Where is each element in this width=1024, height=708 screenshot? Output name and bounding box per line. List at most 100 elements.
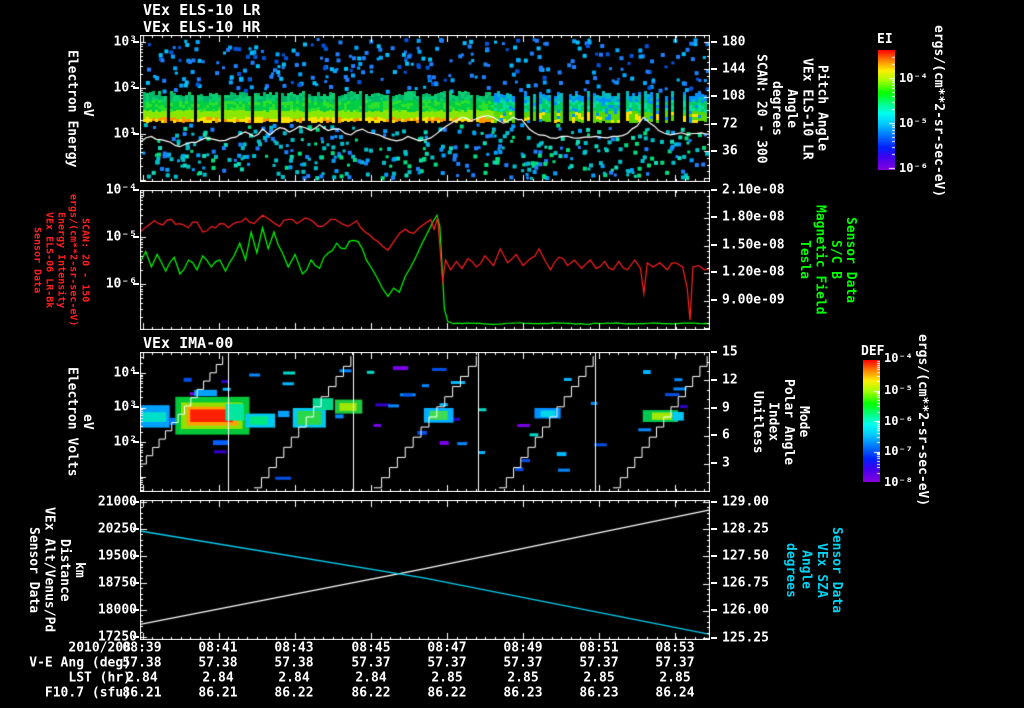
footer-value: 57.38 xyxy=(198,655,238,671)
panel2-right-axis-label-line: Sensor Data xyxy=(843,216,859,304)
panel1-right-axis-label: SCAN: 20 - 300 degrees Angle VEx ELS-10 LR P… xyxy=(748,35,834,182)
y-tick-label: 108 xyxy=(722,88,746,104)
footer-row-label: V-E Ang (deg) xyxy=(29,655,131,671)
panel4-left-axis-label-line: km xyxy=(72,562,88,578)
panel1-right-axis-label-line: SCAN: 20 - 300 xyxy=(753,53,769,164)
y-tick-label: 126.75 xyxy=(722,575,769,591)
footer-value: 86.22 xyxy=(274,685,314,701)
axis-tick-dash xyxy=(711,501,717,503)
footer-value: 86.23 xyxy=(579,685,619,701)
panel1-title-line2: VEx ELS-10 HR xyxy=(143,18,261,36)
colorbar-ei-unit-text: ergs/(cm**2-sr-sec-eV) xyxy=(931,24,947,198)
panel1-right-axis-label-line: Angle xyxy=(784,88,800,129)
time-tick-label: 08:43 xyxy=(274,640,314,656)
footer-value: 57.38 xyxy=(122,655,162,671)
footer-value: 2.85 xyxy=(659,670,691,686)
time-tick-label: 08:51 xyxy=(579,640,619,656)
footer-value: 2.84 xyxy=(355,670,387,686)
panel3-left-axis-label-line: Electron Volts xyxy=(64,367,80,477)
panel2-left-axis-label-line: VEx ELS-06 LR-Bk xyxy=(43,211,55,309)
y-tick-label: 129.00 xyxy=(722,494,769,510)
axis-tick-dash xyxy=(133,406,139,408)
y-tick-label: 15 xyxy=(722,344,738,360)
axis-tick-dash xyxy=(133,189,139,191)
y-tick-label: 127.50 xyxy=(722,548,769,564)
footer-value: 86.22 xyxy=(351,685,391,701)
axis-tick-dash xyxy=(133,609,139,611)
colorbar-tick-label: 10⁻⁶ xyxy=(884,414,913,428)
panel3-right-axis-label-line: Index xyxy=(765,402,781,442)
panel1-left-axis-label-line: eV xyxy=(79,100,95,117)
panel1-right-axis-label-line: VEx ELS-10 LR xyxy=(799,57,815,160)
intensity-bfield-canvas xyxy=(140,190,710,330)
y-tick-label: 180 xyxy=(722,34,746,50)
panel2-right-axis-label: Tesla Magnetic Field S/C B Sensor Data xyxy=(794,190,860,330)
panel4-left-axis-label: Sensor Data VEx Alt/Venus/Pd Distance km xyxy=(20,500,92,640)
y-tick-label: 12 xyxy=(722,372,738,388)
footer-value: 86.23 xyxy=(503,685,543,701)
y-tick-label: 9 xyxy=(722,400,730,416)
panel1-left-axis-label: Electron Energy eV xyxy=(54,35,104,182)
footer-value: 57.37 xyxy=(655,655,695,671)
def-colorbar xyxy=(863,360,880,482)
colorbar-def-unit-text: ergs/(cm**2-sr-sec-eV) xyxy=(915,333,931,507)
y-tick-label: 21000 xyxy=(97,494,137,510)
footer-value: 86.21 xyxy=(198,685,238,701)
axis-tick-dash xyxy=(711,216,717,218)
axis-tick-dash xyxy=(711,609,717,611)
panel4-left-axis-label-line: VEx Alt/Venus/Pd xyxy=(41,507,57,633)
axis-tick-dash xyxy=(133,441,139,443)
panel2-left-axis-label-line: Sensor Data xyxy=(31,226,43,294)
time-tick-label: 08:39 xyxy=(122,640,162,656)
axis-tick-dash xyxy=(711,41,717,43)
colorbar-tick-label: 10⁻⁸ xyxy=(884,475,913,489)
panel1-right-axis-label-line: degrees xyxy=(768,81,784,136)
time-tick-label: 08:41 xyxy=(198,640,238,656)
y-tick-label: 144 xyxy=(722,61,746,77)
panel2-right-axis-label-line: S/C B xyxy=(827,240,843,280)
colorbar-ei-title: EI xyxy=(877,32,893,47)
panel2-left-axis-label: Sensor Data VEx ELS-06 LR-Bk Energy Intens… xyxy=(31,190,91,330)
footer-value: 57.37 xyxy=(351,655,391,671)
y-tick-label: 128.25 xyxy=(722,521,769,537)
axis-tick-dash xyxy=(133,133,139,135)
axis-tick-dash xyxy=(133,636,139,638)
panel4-left-axis-label-line: Sensor Data xyxy=(26,526,42,614)
axis-tick-dash xyxy=(711,637,717,639)
tplot-multipanel-display: VEx ELS-10 LR VEx ELS-10 HR VEx IMA-00 E… xyxy=(0,0,1024,708)
y-tick-label: 18750 xyxy=(97,575,137,591)
panel4-right-axis-label-line: degrees xyxy=(783,542,799,598)
colorbar-tick-label: 10⁻⁴ xyxy=(884,351,913,365)
distance-sza-canvas xyxy=(140,500,710,640)
footer-row-label: LST (hr) xyxy=(68,670,131,686)
colorbar-tick-label: 10⁻⁵ xyxy=(899,116,928,130)
panel3-right-axis-label-line: Polar Angle xyxy=(780,378,796,466)
footer-value: 2.85 xyxy=(583,670,615,686)
panel3-title: VEx IMA-00 xyxy=(143,334,234,352)
axis-tick-dash xyxy=(133,372,139,374)
y-tick-label: 36 xyxy=(722,143,738,159)
footer-value: 57.37 xyxy=(503,655,543,671)
panel3-left-axis-label: Electron Volts eV xyxy=(54,352,104,492)
axis-tick-dash xyxy=(133,87,139,89)
panel3-right-axis-label: Unitless Index Polar Angle Mode xyxy=(744,352,816,492)
y-tick-label: 3 xyxy=(722,455,730,471)
colorbar-ei-unit: ergs/(cm**2-sr-sec-eV) xyxy=(931,25,946,197)
footer-value: 86.24 xyxy=(655,685,695,701)
axis-tick-dash xyxy=(711,271,717,273)
time-tick-label: 08:45 xyxy=(351,640,391,656)
axis-tick-dash xyxy=(133,555,139,557)
axis-tick-dash xyxy=(711,351,717,353)
colorbar-tick-label: 10⁻⁷ xyxy=(884,444,913,458)
axis-tick-dash xyxy=(133,501,139,503)
panel2-left-axis-label-line: Energy Intensity xyxy=(55,211,67,309)
panel4-right-axis-label: degrees Angle VEx SZA Sensor Data xyxy=(778,500,848,640)
time-tick-label: 08:53 xyxy=(655,640,695,656)
axis-tick-dash xyxy=(711,528,717,530)
footer-value: 2.84 xyxy=(126,670,158,686)
panel2-right-axis-label-line: Tesla xyxy=(797,240,813,280)
panel4-right-axis-label-line: VEx SZA xyxy=(813,542,829,598)
footer-value: 2.85 xyxy=(507,670,539,686)
footer-value: 2.84 xyxy=(202,670,234,686)
axis-tick-dash xyxy=(133,236,139,238)
